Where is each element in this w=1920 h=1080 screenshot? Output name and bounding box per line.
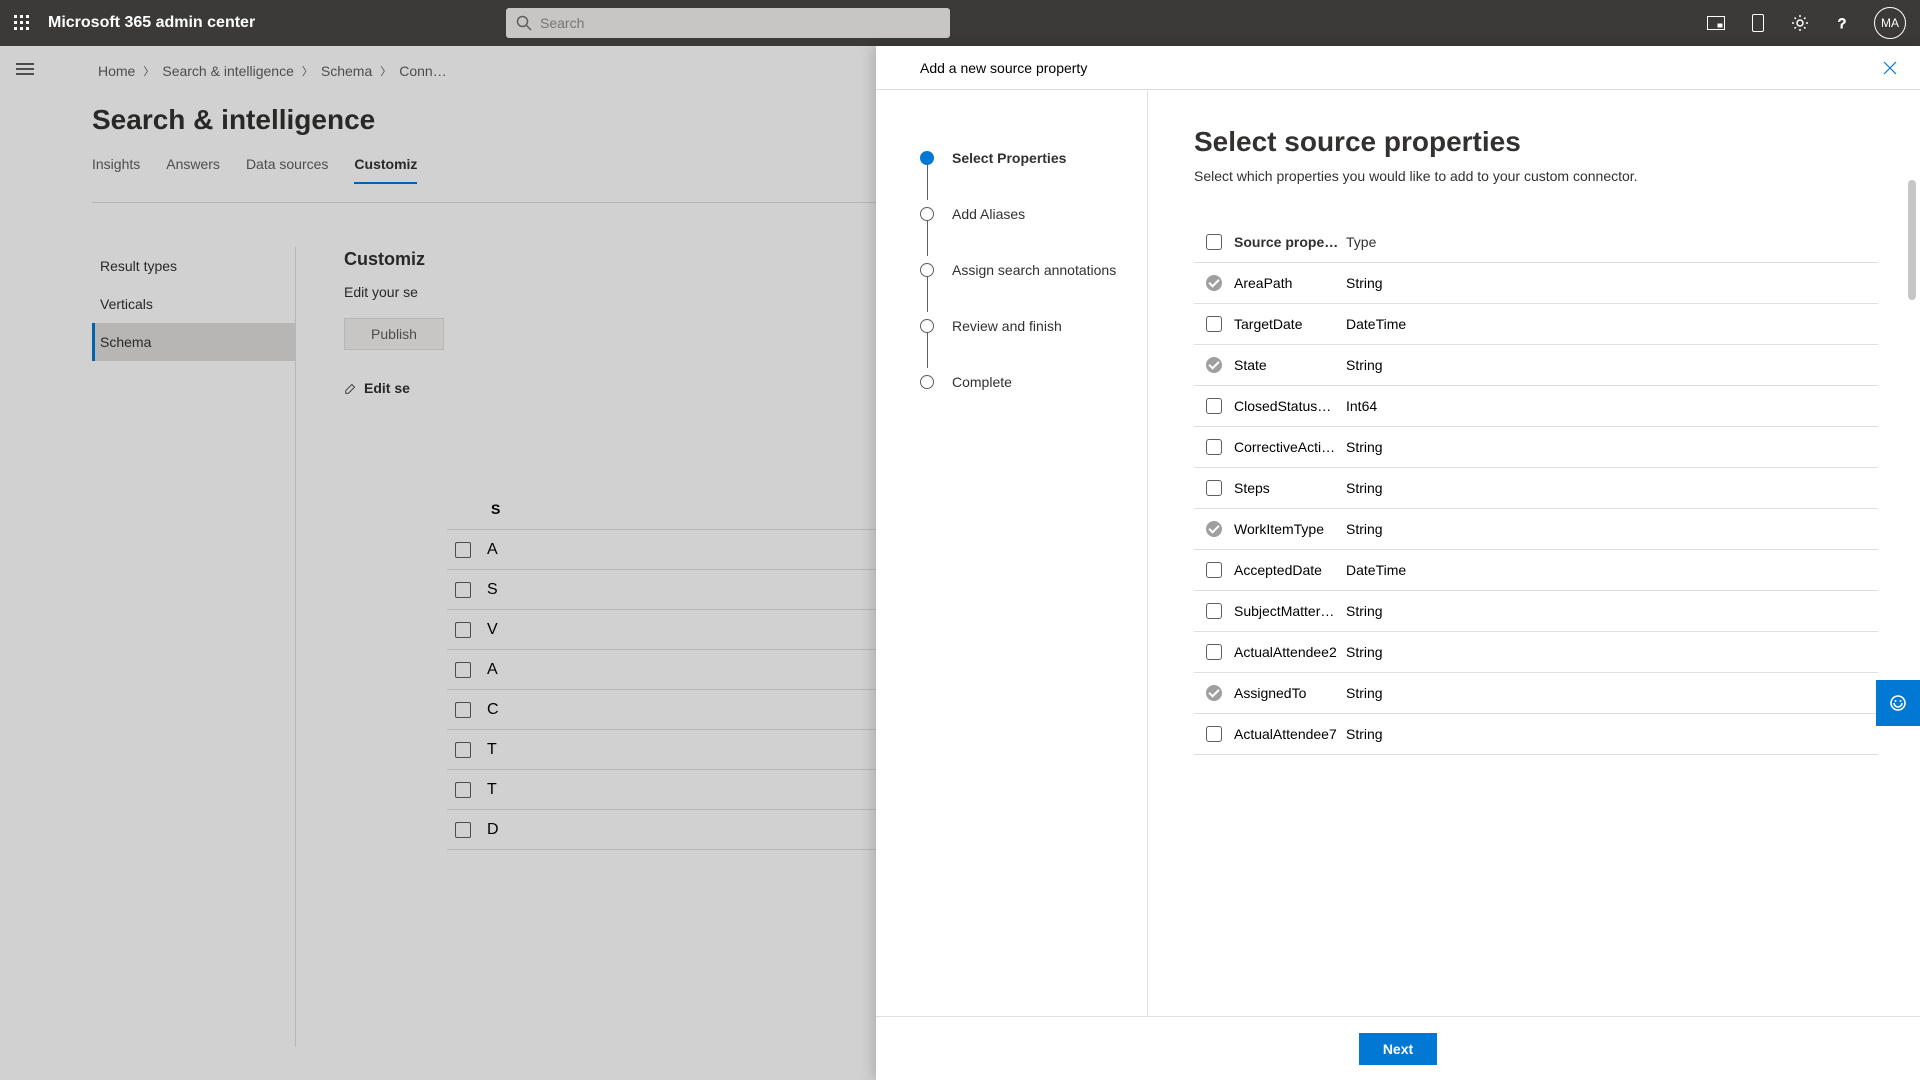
step-label: Select Properties (952, 150, 1066, 166)
shell-notifications-icon[interactable] (1706, 13, 1726, 33)
step-select-properties[interactable]: Select Properties (920, 130, 1147, 186)
col-source-property[interactable]: Source property (1234, 234, 1346, 250)
step-assign-annotations[interactable]: Assign search annotations (920, 242, 1147, 298)
step-dot-icon (920, 263, 934, 277)
panel-main-sub: Select which properties you would like t… (1194, 168, 1910, 184)
row-property-name: ActualAttendee2 (1234, 644, 1346, 660)
row-property-name: AreaPath (1234, 275, 1346, 291)
row-property-name: ClosedStatusCode (1234, 398, 1346, 414)
row-property-type: String (1346, 644, 1466, 660)
row-property-name: AssignedTo (1234, 685, 1346, 701)
properties-table: Source property Type AreaPathStringTarge… (1194, 234, 1878, 755)
row-property-name: SubjectMatterEx… (1234, 603, 1346, 619)
row-property-type: String (1346, 439, 1466, 455)
table-row[interactable]: ClosedStatusCodeInt64 (1194, 386, 1878, 427)
table-row[interactable]: TargetDateDateTime (1194, 304, 1878, 345)
row-property-name: AcceptedDate (1234, 562, 1346, 578)
table-row[interactable]: WorkItemTypeString (1194, 509, 1878, 550)
panel-main-title: Select source properties (1194, 126, 1910, 158)
table-row[interactable]: SubjectMatterEx…String (1194, 591, 1878, 632)
panel-footer: Next (876, 1016, 1920, 1080)
row-checkbox[interactable] (1206, 275, 1222, 291)
row-property-name: State (1234, 357, 1346, 373)
row-property-type: Int64 (1346, 398, 1466, 414)
table-row[interactable]: CorrectiveAction…String (1194, 427, 1878, 468)
col-type[interactable]: Type (1346, 234, 1466, 250)
svg-text:?: ? (1838, 15, 1846, 31)
row-property-type: DateTime (1346, 562, 1466, 578)
user-avatar[interactable]: MA (1874, 7, 1906, 39)
row-property-name: CorrectiveAction… (1234, 439, 1346, 455)
row-property-type: String (1346, 685, 1466, 701)
top-header-bar: Microsoft 365 admin center ? MA (0, 0, 1920, 46)
search-input[interactable] (540, 15, 940, 31)
table-row[interactable]: AssignedToString (1194, 673, 1878, 714)
feedback-icon (1888, 693, 1908, 713)
global-search[interactable] (506, 8, 950, 38)
row-property-type: String (1346, 603, 1466, 619)
row-checkbox[interactable] (1206, 726, 1222, 742)
scrollbar-thumb[interactable] (1908, 180, 1916, 300)
row-checkbox[interactable] (1206, 398, 1222, 414)
step-complete[interactable]: Complete (920, 354, 1147, 410)
add-property-panel: Add a new source property Select Propert… (876, 46, 1920, 1080)
step-dot-icon (920, 151, 934, 165)
step-label: Assign search annotations (952, 262, 1116, 278)
table-row[interactable]: StateString (1194, 345, 1878, 386)
table-row[interactable]: ActualAttendee2String (1194, 632, 1878, 673)
main-area: Home 〉 Search & intelligence 〉 Schema 〉 … (0, 46, 1920, 1080)
row-property-type: String (1346, 275, 1466, 291)
row-property-type: String (1346, 357, 1466, 373)
step-dot-icon (920, 375, 934, 389)
panel-header: Add a new source property (876, 46, 1920, 90)
mobile-icon[interactable] (1748, 13, 1768, 33)
row-checkbox[interactable] (1206, 521, 1222, 537)
row-property-name: WorkItemType (1234, 521, 1346, 537)
table-header-row: Source property Type (1194, 234, 1878, 263)
help-icon[interactable]: ? (1832, 13, 1852, 33)
row-property-type: String (1346, 480, 1466, 496)
step-dot-icon (920, 319, 934, 333)
row-property-name: TargetDate (1234, 316, 1346, 332)
step-add-aliases[interactable]: Add Aliases (920, 186, 1147, 242)
row-checkbox[interactable] (1206, 316, 1222, 332)
row-property-type: String (1346, 726, 1466, 742)
table-row[interactable]: ActualAttendee7String (1194, 714, 1878, 755)
wizard-steps: Select Properties Add Aliases Assign sea… (876, 90, 1148, 1016)
step-review[interactable]: Review and finish (920, 298, 1147, 354)
row-checkbox[interactable] (1206, 644, 1222, 660)
search-icon (516, 15, 532, 31)
close-icon (1883, 61, 1897, 75)
row-checkbox[interactable] (1206, 562, 1222, 578)
feedback-tab[interactable] (1876, 680, 1920, 726)
row-checkbox[interactable] (1206, 603, 1222, 619)
step-dot-icon (920, 207, 934, 221)
product-title: Microsoft 365 admin center (48, 14, 255, 32)
step-label: Complete (952, 374, 1012, 390)
table-row[interactable]: AcceptedDateDateTime (1194, 550, 1878, 591)
row-checkbox[interactable] (1206, 439, 1222, 455)
header-actions: ? MA (1706, 7, 1906, 39)
table-row[interactable]: StepsString (1194, 468, 1878, 509)
next-button[interactable]: Next (1359, 1033, 1437, 1065)
panel-main: Select source properties Select which pr… (1148, 90, 1920, 1016)
step-label: Review and finish (952, 318, 1062, 334)
close-panel-button[interactable] (1878, 56, 1902, 80)
app-launcher-icon[interactable] (8, 9, 36, 37)
select-all-checkbox[interactable] (1206, 234, 1222, 250)
row-property-type: String (1346, 521, 1466, 537)
panel-title: Add a new source property (920, 60, 1087, 76)
row-property-type: DateTime (1346, 316, 1466, 332)
row-checkbox[interactable] (1206, 480, 1222, 496)
step-label: Add Aliases (952, 206, 1025, 222)
row-checkbox[interactable] (1206, 685, 1222, 701)
panel-body: Select Properties Add Aliases Assign sea… (876, 90, 1920, 1016)
table-row[interactable]: AreaPathString (1194, 263, 1878, 304)
row-property-name: Steps (1234, 480, 1346, 496)
settings-icon[interactable] (1790, 13, 1810, 33)
row-checkbox[interactable] (1206, 357, 1222, 373)
row-property-name: ActualAttendee7 (1234, 726, 1346, 742)
